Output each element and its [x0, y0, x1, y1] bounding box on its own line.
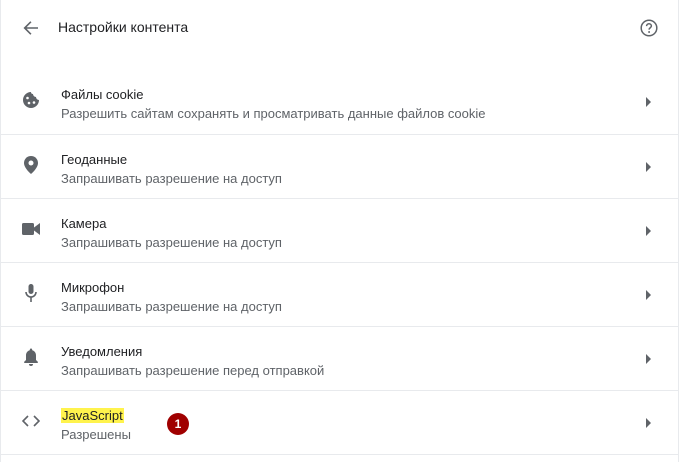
setting-subtitle: Запрашивать разрешение на доступ: [61, 235, 282, 250]
setting-subtitle: Запрашивать разрешение на доступ: [61, 299, 282, 314]
setting-subtitle: Разрешены: [61, 427, 131, 442]
settings-list: Файлы cookie Разрешить сайтам сохранять …: [1, 70, 678, 455]
camera-icon: [21, 219, 41, 239]
arrow-back-icon: [23, 21, 38, 35]
setting-subtitle: Запрашивать разрешение перед отправкой: [61, 363, 325, 378]
setting-title: Файлы cookie: [61, 87, 144, 102]
setting-row-camera[interactable]: Камера Запрашивать разрешение на доступ: [1, 199, 678, 263]
code-brackets-icon: [21, 411, 41, 431]
setting-row-location[interactable]: Геоданные Запрашивать разрешение на дост…: [1, 135, 678, 199]
setting-row-notifications[interactable]: Уведомления Запрашивать разрешение перед…: [1, 327, 678, 391]
setting-row-javascript[interactable]: JavaScript 1 Разрешены: [1, 391, 678, 455]
setting-title: Уведомления: [61, 344, 143, 359]
setting-title: Камера: [61, 216, 107, 231]
help-circle-icon: [640, 19, 658, 37]
step-badge: 1: [167, 413, 189, 435]
setting-title: JavaScript: [61, 408, 124, 423]
bell-icon: [21, 347, 41, 367]
setting-title: Микрофон: [61, 280, 125, 295]
setting-title: Геоданные: [61, 152, 128, 167]
help-button[interactable]: [637, 16, 661, 40]
cookie-icon: [21, 90, 41, 110]
location-pin-icon: [21, 155, 41, 175]
header: Настройки контента: [1, 0, 678, 56]
back-button[interactable]: [19, 16, 43, 40]
highlighted-text: JavaScript: [61, 408, 124, 423]
setting-row-microphone[interactable]: Микрофон Запрашивать разрешение на досту…: [1, 263, 678, 327]
page-title: Настройки контента: [58, 19, 189, 35]
chevron-right-icon: [644, 96, 654, 108]
setting-subtitle: Разрешить сайтам сохранять и просматрива…: [61, 106, 486, 121]
microphone-icon: [21, 283, 41, 303]
setting-row-cookies[interactable]: Файлы cookie Разрешить сайтам сохранять …: [1, 70, 678, 135]
chevron-right-icon: [644, 225, 654, 237]
chevron-right-icon: [644, 161, 654, 173]
chevron-right-icon: [644, 417, 654, 429]
chevron-right-icon: [644, 353, 654, 365]
chevron-right-icon: [644, 289, 654, 301]
setting-subtitle: Запрашивать разрешение на доступ: [61, 171, 282, 186]
content-settings-page: Настройки контента Файлы cookie Разрешит…: [0, 0, 679, 462]
